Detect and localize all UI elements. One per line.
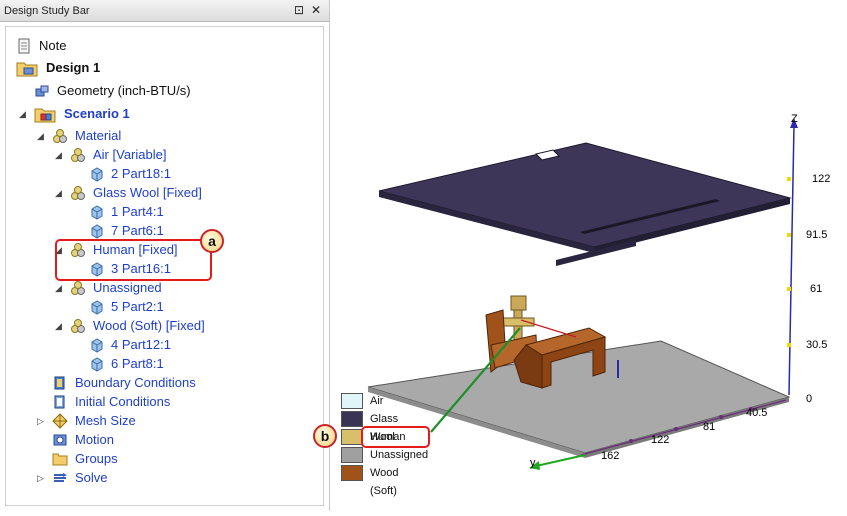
part-icon — [91, 357, 103, 372]
panel-title: Design Study Bar — [4, 5, 90, 17]
scenario-folder-icon — [34, 108, 56, 123]
boundary-conditions-icon — [54, 376, 65, 390]
mesh-icon — [52, 413, 68, 429]
material-icon — [53, 129, 67, 143]
z-tick-marker — [787, 287, 791, 291]
collapse-icon[interactable]: ◢ — [55, 184, 65, 202]
collapse-icon[interactable]: ◢ — [37, 127, 47, 145]
close-icon[interactable]: ✕ — [309, 3, 323, 18]
tree-label-motion: Motion — [75, 432, 115, 447]
connector-line — [520, 319, 577, 338]
collapse-icon[interactable]: ◢ — [19, 105, 29, 123]
z-tick-label: 91.5 — [806, 229, 828, 241]
legend-swatch — [341, 465, 363, 481]
callout-badge-b: b — [313, 424, 337, 448]
part-icon — [91, 224, 103, 239]
part-icon — [91, 205, 103, 220]
note-icon — [18, 38, 30, 54]
tree-label-solve: Solve — [75, 470, 108, 485]
tree-label-part: 1 Part4:1 — [111, 204, 164, 219]
material-icon — [71, 281, 85, 295]
initial-conditions-icon — [54, 395, 65, 409]
legend-swatch — [341, 429, 363, 445]
tree-label-groups: Groups — [75, 451, 118, 466]
z-axis-line — [788, 124, 795, 396]
collapse-icon[interactable]: ◢ — [55, 279, 65, 297]
base-tick-marker — [674, 427, 678, 431]
base-tick-label: 162 — [601, 450, 620, 462]
callout-box-b — [361, 426, 430, 448]
base-tick-label: 122 — [651, 434, 670, 446]
part-icon — [91, 167, 103, 182]
tree-label-part: 7 Part6:1 — [111, 223, 164, 238]
material-icon — [71, 186, 85, 200]
legend-label: Wood (Soft) — [370, 467, 399, 497]
z-tick-label: 0 — [806, 393, 813, 405]
floor-plate — [367, 340, 791, 454]
tree-label-air: Air [Variable] — [93, 147, 167, 162]
z-tick-marker — [787, 343, 791, 347]
motion-icon — [53, 434, 67, 446]
collapse-icon[interactable]: ◢ — [55, 146, 65, 164]
tree-label-unassigned: Unassigned — [93, 280, 162, 295]
design-folder-icon — [16, 62, 38, 77]
base-tick-marker — [719, 415, 723, 419]
tree-label-part: 4 Part12:1 — [111, 337, 171, 352]
expand-icon[interactable]: ▷ — [37, 412, 47, 430]
z-axis-label: Z — [791, 113, 798, 125]
material-icon — [71, 319, 85, 333]
groups-folder-icon — [52, 453, 68, 466]
z-tick-label: 61 — [810, 283, 823, 295]
legend-swatch — [341, 393, 363, 409]
callout-box-a — [55, 239, 212, 281]
panel-header: Design Study Bar ⊡ ✕ — [0, 0, 329, 22]
expand-icon[interactable]: ▷ — [37, 469, 47, 487]
tree-label-mesh-size: Mesh Size — [75, 413, 136, 428]
tree-label-geometry: Geometry (inch-BTU/s) — [57, 83, 191, 98]
legend-swatch — [341, 411, 363, 427]
part-icon — [91, 338, 103, 353]
tree-label-part: 6 Part8:1 — [111, 356, 164, 371]
z-tick-marker — [787, 177, 791, 181]
tree-label-scenario: Scenario 1 — [64, 106, 130, 121]
tree-label-glass-wool: Glass Wool [Fixed] — [93, 185, 202, 200]
base-tick-label: 81 — [703, 421, 716, 433]
tree-label-part: 5 Part2:1 — [111, 299, 164, 314]
tree-label-initial-conditions: Initial Conditions — [75, 394, 171, 409]
base-tick-marker — [629, 439, 633, 443]
pin-icon[interactable]: ⊡ — [292, 3, 306, 18]
legend-label: Unassigned — [370, 449, 429, 461]
material-icon — [71, 148, 85, 162]
tree-label-material: Material — [75, 128, 122, 143]
z-tick-marker — [787, 233, 791, 237]
callout-badge-a: a — [200, 229, 224, 253]
tree-label-part: 2 Part18:1 — [111, 166, 171, 181]
tree-label-boundary-conditions: Boundary Conditions — [75, 375, 196, 390]
legend-swatch — [341, 447, 363, 463]
tree-label-note: Note — [39, 38, 67, 53]
solve-icon — [54, 473, 67, 482]
collapse-icon[interactable]: ◢ — [55, 317, 65, 335]
base-tick-label: 40.5 — [746, 407, 768, 419]
y-axis-line — [535, 454, 586, 467]
z-tick-label: 122 — [812, 173, 831, 185]
y-axis-label: y — [530, 457, 536, 469]
tree-label-design: Design 1 — [46, 60, 101, 75]
geometry-icon — [35, 85, 49, 97]
human-head — [510, 295, 527, 311]
z-tick-label: 30.5 — [806, 339, 828, 351]
legend-label: Air — [370, 395, 384, 407]
part-icon — [91, 300, 103, 315]
tree-label-wood: Wood (Soft) [Fixed] — [93, 318, 205, 333]
